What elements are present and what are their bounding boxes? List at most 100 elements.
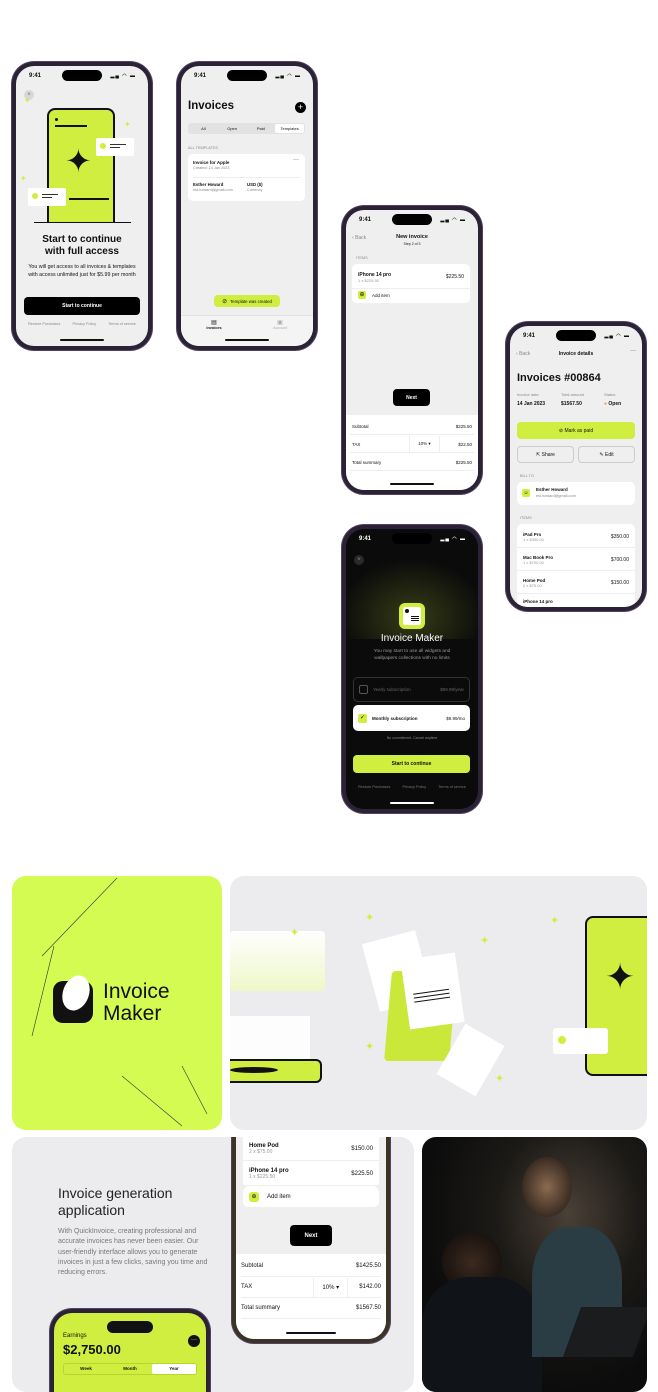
date-value: 14 Jan 2023	[517, 401, 546, 407]
phone-paywall-dark: 9:41 ▂▄ ◠ ▬ × Invoice Maker You may star…	[342, 525, 482, 813]
tab-templates[interactable]: Templates	[275, 124, 304, 133]
share-icon: ⇱	[536, 451, 541, 458]
currency-value: USD ($)	[247, 182, 263, 187]
add-item-button[interactable]: ⊕ Add item	[243, 1187, 379, 1207]
item-row[interactable]: iPhone 14 pro 1 x $225.50 $225.50	[243, 1162, 379, 1186]
section-label: ALL TEMPLATES	[188, 146, 218, 150]
pencil-icon: ✎	[599, 451, 604, 458]
footer-links: Restore Purchases Privacy Policy Terms of …	[16, 322, 148, 326]
dynamic-island	[392, 533, 432, 544]
checkbox-checked: ✓	[358, 713, 367, 723]
add-item-button[interactable]: ⊕ Add item	[358, 291, 390, 299]
item-row[interactable]: iPhone 14 pro 1 x $225.50 $225.50	[352, 267, 470, 287]
phone-paywall-light: 9:41 ▂▄ ◠ ▬ × ✦ ✦ ✦ ✦ Start to continue w…	[12, 62, 152, 350]
next-button[interactable]: Next	[290, 1225, 332, 1246]
start-button[interactable]: Start to continue	[24, 297, 140, 315]
terms-link[interactable]: Terms of service	[438, 785, 466, 789]
invoice-number: Invoices #00864	[517, 372, 601, 384]
checkbox	[359, 685, 368, 694]
earnings-amount: $2,750.00	[63, 1342, 121, 1357]
bill-to-label: BILL TO	[520, 474, 534, 478]
item-row[interactable]: Home Pod 2 x $75.00 $150.00	[517, 572, 635, 594]
currency-label: Currency	[247, 188, 263, 192]
restore-link[interactable]: Restore Purchases	[358, 785, 390, 789]
home-indicator	[286, 1332, 336, 1334]
promo-phone: Home Pod 2 x $75.00 $150.00 iPhone 14 pro 1…	[232, 1137, 390, 1343]
template-name: Invoice for Apple	[193, 160, 230, 165]
restore-link[interactable]: Restore Purchases	[28, 322, 60, 326]
screen: 9:41 ▂▄ ◠ ▬ Invoices + All Open Paid Tem…	[181, 66, 313, 346]
phone-new-invoice: 9:41 ▂▄ ◠ ▬ ‹ Back New invoice Step 2 of…	[342, 206, 482, 494]
tab-month[interactable]: Month	[108, 1364, 152, 1374]
status-badge: ● Open	[604, 401, 622, 407]
home-indicator	[60, 339, 104, 341]
tabbar-invoices[interactable]: ▤ Invoices	[181, 316, 247, 346]
app-icon	[399, 603, 425, 629]
monthly-option[interactable]: ✓ Monthly subscription $9.99/mo	[353, 705, 470, 731]
plus-circle-icon: ⊕	[249, 1192, 259, 1202]
brand-wordmark: Invoice Maker	[103, 980, 170, 1025]
tax-rate-select[interactable]: 10% ▾	[409, 436, 440, 452]
screen-title: Invoice details	[558, 351, 594, 357]
tab-week[interactable]: Week	[64, 1364, 108, 1374]
item-row[interactable]: Mac Book Pro 1 x $700.00 $700.00	[517, 549, 635, 571]
mark-paid-button[interactable]: ⊘ Mark as paid	[517, 422, 635, 439]
items-card: iPad Pro 1 x $350.00 $350.00 Mac Book Pro 1…	[517, 524, 635, 607]
footer-links: Restore Purchases Privacy Policy Terms of …	[346, 785, 478, 789]
tab-year[interactable]: Year	[152, 1364, 196, 1374]
items-card: iPhone 14 pro 1 x $225.50 $225.50 ⊕ Add ite…	[352, 264, 470, 303]
template-created: Created: 14 Jan 2023	[193, 166, 230, 170]
status-icons: ▂▄ ◠ ▬	[440, 217, 466, 223]
screen: 9:41 ▂▄ ◠ ▬ × ✦ ✦ ✦ ✦ Start to continue w…	[16, 66, 148, 346]
amount-value: $1567.50	[561, 401, 582, 407]
sparkle-icon: ✦	[65, 143, 92, 179]
team-photo	[422, 1137, 647, 1392]
illustration-card	[96, 138, 134, 156]
share-button[interactable]: ⇱ Share	[517, 446, 574, 463]
terms-link[interactable]: Terms of service	[108, 322, 136, 326]
logo-icon	[53, 975, 93, 1023]
tab-open[interactable]: Open	[218, 124, 247, 133]
start-button[interactable]: Start to continue	[353, 755, 470, 773]
privacy-link[interactable]: Privacy Policy	[73, 322, 97, 326]
item-row[interactable]: Home Pod 2 x $75.00 $150.00	[243, 1137, 379, 1161]
status-icons: ▂▄ ◠ ▬	[604, 333, 630, 339]
page-title: Invoices	[188, 100, 235, 112]
status-time: 9:41	[359, 217, 372, 223]
illustration-card: ✦ ✦ ✦ ✦ ✦ ✦ ✦	[230, 876, 647, 1130]
yearly-option[interactable]: Yearly subscription $59.99/year	[353, 677, 470, 702]
status-label: Status	[604, 392, 616, 397]
tab-all[interactable]: All	[189, 124, 218, 133]
next-button[interactable]: Next	[393, 389, 430, 406]
add-invoice-button[interactable]: +	[295, 102, 306, 113]
promo-card: Invoice generation application With Quic…	[12, 1137, 414, 1392]
item-row[interactable]: iPhone 14 pro	[517, 596, 635, 606]
screen: Home Pod 2 x $75.00 $150.00 iPhone 14 pro 1…	[236, 1137, 386, 1339]
client-email: est.howard@gmail.com	[193, 188, 233, 192]
earnings-label: Earnings	[63, 1333, 87, 1339]
edit-button[interactable]: ✎ Edit	[578, 446, 635, 463]
period-tabs: Week Month Year	[63, 1363, 197, 1375]
close-button[interactable]: ×	[354, 555, 364, 565]
tab-paid[interactable]: Paid	[247, 124, 276, 133]
filter-tabs: All Open Paid Templates	[188, 123, 305, 134]
status-time: 9:41	[29, 73, 42, 79]
status-icons: ▂▄ ◠ ▬	[275, 73, 301, 79]
status-time: 9:41	[523, 333, 536, 339]
more-icon[interactable]: ···	[630, 348, 636, 354]
tabbar-account[interactable]: ▣ Account	[247, 316, 313, 346]
status-time: 9:41	[194, 73, 207, 79]
more-icon[interactable]: ···	[293, 157, 299, 163]
dynamic-island	[107, 1321, 153, 1333]
tab-bar: ▤ Invoices ▣ Account	[181, 315, 313, 346]
tax-rate-select[interactable]: 10% ▾	[313, 1277, 349, 1297]
screen-title: New invoice	[396, 234, 428, 240]
item-row[interactable]: iPad Pro 1 x $350.00 $350.00	[517, 526, 635, 548]
summary-panel: Subtotal $1425.50 TAX 10% ▾ $142.00 Total s…	[236, 1254, 386, 1339]
person-icon: ▣	[277, 320, 283, 326]
template-card[interactable]: Invoice for Apple Created: 14 Jan 2023 ·…	[188, 154, 305, 201]
client-card[interactable]: ☺ Esther Howard est.howard@gmail.com	[517, 482, 635, 505]
person-icon: ☺	[522, 489, 530, 497]
more-button[interactable]: ···	[188, 1335, 200, 1347]
privacy-link[interactable]: Privacy Policy	[403, 785, 427, 789]
